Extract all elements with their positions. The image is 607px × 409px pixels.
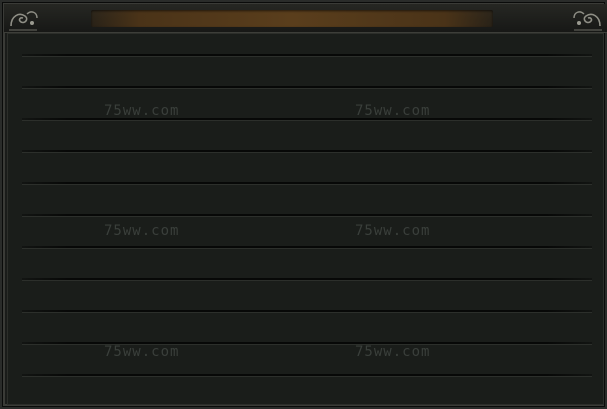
- ornament-corner-right-icon: [573, 11, 602, 31]
- list-area[interactable]: 75ww.com 75ww.com 75ww.com 75ww.com 75ww…: [7, 33, 604, 405]
- row-divider: [22, 214, 592, 217]
- window-title: [91, 10, 493, 27]
- watermark-text: 75ww.com: [355, 344, 431, 360]
- row-divider: [22, 246, 592, 249]
- title-bar[interactable]: [4, 4, 607, 33]
- row-divider: [22, 54, 592, 57]
- watermark-text: 75ww.com: [104, 344, 180, 360]
- row-divider: [22, 374, 592, 377]
- row-divider: [22, 182, 592, 185]
- row-divider: [22, 278, 592, 281]
- watermark-text: 75ww.com: [355, 103, 431, 119]
- game-panel-window: 75ww.com 75ww.com 75ww.com 75ww.com 75ww…: [0, 0, 607, 409]
- ornament-corner-left-icon: [9, 11, 38, 31]
- row-divider: [22, 86, 592, 89]
- watermark-text: 75ww.com: [355, 223, 431, 239]
- row-divider: [22, 150, 592, 153]
- row-divider: [22, 310, 592, 313]
- watermark-text: 75ww.com: [104, 223, 180, 239]
- watermark-text: 75ww.com: [104, 103, 180, 119]
- title-plate: [91, 10, 493, 27]
